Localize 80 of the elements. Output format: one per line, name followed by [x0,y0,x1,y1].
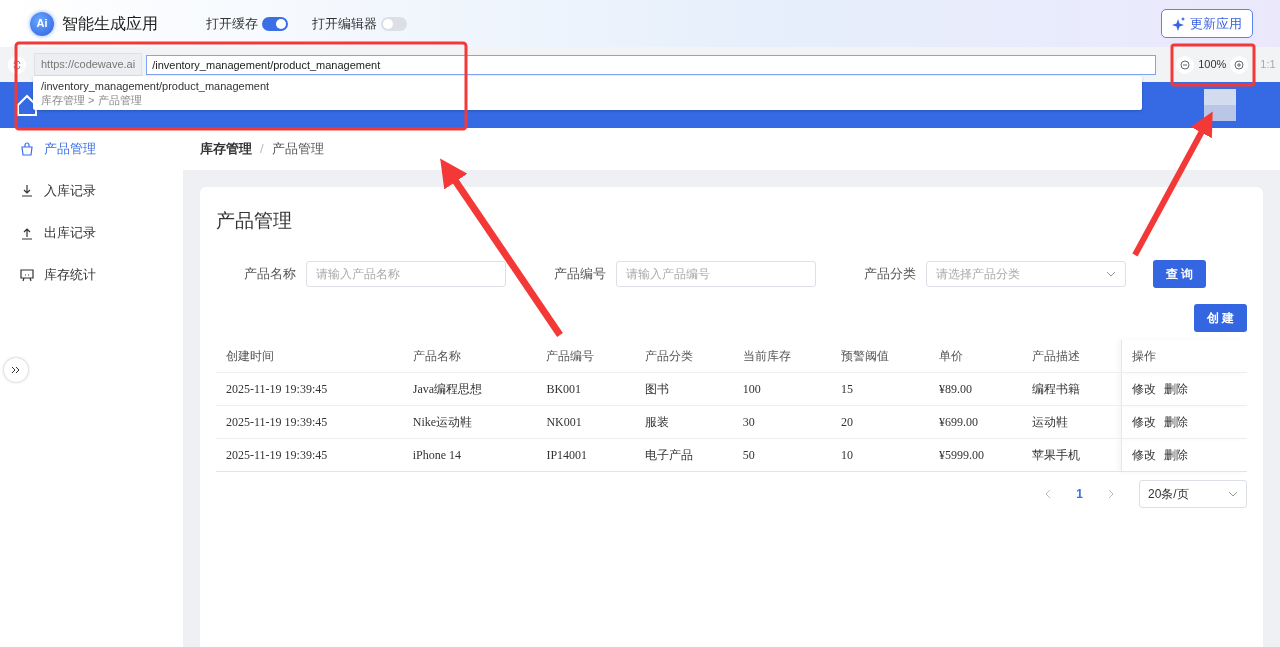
table-cell: 20 [830,405,930,439]
table-cell: 2025-11-19 19:39:45 [216,438,403,472]
table-cell: 100 [732,372,831,406]
shopping-bag-icon [20,142,34,156]
breadcrumb-item: 产品管理 [271,140,324,159]
download-icon [20,184,34,198]
toggle-switch[interactable] [262,16,288,31]
sparkle-icon [1172,16,1186,31]
column-header: 产品分类 [634,339,733,373]
column-header: 创建时间 [216,339,403,373]
table-cell: 服装 [634,405,733,439]
table-cell: 苹果手机 [1022,438,1122,472]
action-link[interactable]: 修改 [1131,448,1156,462]
column-header: 产品编号 [536,339,635,373]
column-header: 产品描述 [1022,339,1122,373]
table-cell: iPhone 14 [402,438,537,472]
sidebar-item[interactable]: 出库记录 [0,212,183,254]
table-cell: 2025-11-19 19:39:45 [216,372,403,406]
table-cell: 图书 [634,372,733,406]
page-title: 产品管理 [216,209,293,233]
table-cell: 2025-11-19 19:39:45 [216,405,403,439]
filter-label: 产品编号 [553,264,607,283]
toggle-label: 打开缓存 [206,14,258,33]
table-cell: ¥699.00 [929,405,1023,439]
column-header: 预警阈值 [830,339,930,373]
table-cell: 50 [732,438,831,472]
column-header: 当前库存 [732,339,831,373]
action-link[interactable]: 删除 [1163,415,1188,429]
page-number[interactable]: 1 [1076,487,1083,502]
action-link[interactable]: 修改 [1131,415,1156,429]
sidebar-item[interactable]: 入库记录 [0,170,183,212]
breadcrumb-item[interactable]: 库存管理 [200,139,252,159]
action-link[interactable]: 删除 [1163,448,1188,462]
toggle-switch[interactable] [381,16,407,31]
input-field[interactable]: 请输入产品编号 [616,260,816,287]
sidebar-item[interactable]: 库存统计 [0,254,183,296]
column-header: 单价 [929,339,1023,373]
presentation-board-icon [20,268,34,282]
table-cell: 编程书籍 [1022,372,1122,406]
table-cell: 运动鞋 [1022,405,1122,439]
suggestion-breadcrumb: 库存管理 > 产品管理 [41,93,143,107]
page-size-select[interactable]: 20条/页 [1139,480,1247,508]
sidebar-item[interactable]: 产品管理 [0,128,183,170]
chevron-down-icon [1228,491,1238,497]
filter-label: 产品名称 [243,264,297,283]
upload-icon [20,226,34,240]
action-link[interactable]: 修改 [1131,382,1156,396]
update-app-button[interactable]: 更新应用 [1161,8,1253,39]
query-button[interactable]: 查 询 [1153,259,1207,288]
app-title: 智能生成应用 [62,13,158,34]
table-cell: NK001 [536,405,635,439]
column-header: 产品名称 [402,339,537,373]
zoom-in-icon[interactable] [1230,55,1249,74]
table-cell: IP14001 [536,438,635,472]
input-field[interactable]: 请输入产品名称 [306,260,506,287]
action-link[interactable]: 删除 [1163,382,1188,396]
create-button[interactable]: 创 建 [1193,303,1247,332]
table-cell: ¥5999.00 [929,438,1023,472]
table-cell: 电子产品 [634,438,733,472]
table-cell: Java编程思想 [402,372,537,406]
table-cell: BK001 [536,372,635,406]
url-path-field[interactable]: /inventory_management/product_management [146,54,1157,75]
breadcrumb-separator: / [260,140,264,159]
table-cell: ¥89.00 [929,372,1023,406]
url-origin: https://codewave.ai [34,53,143,76]
toggle-label: 打开编辑器 [312,14,377,33]
suggestion-path[interactable]: /inventory_management/product_management [41,79,1134,93]
avatar[interactable] [1204,89,1236,121]
table-cell: 15 [830,372,930,406]
chevron-down-icon [1106,270,1116,277]
column-header: 操作 [1121,339,1247,373]
table-cell: 30 [732,405,831,439]
zoom-level: 100% [1198,57,1227,73]
home-icon[interactable] [16,94,38,116]
table-cell: 10 [830,438,930,472]
expand-icon[interactable] [4,358,28,382]
table-cell: Nike运动鞋 [402,405,537,439]
app-logo: Ai [30,11,54,36]
zoom-out-icon[interactable] [1176,55,1195,74]
filter-label: 产品分类 [863,264,917,283]
